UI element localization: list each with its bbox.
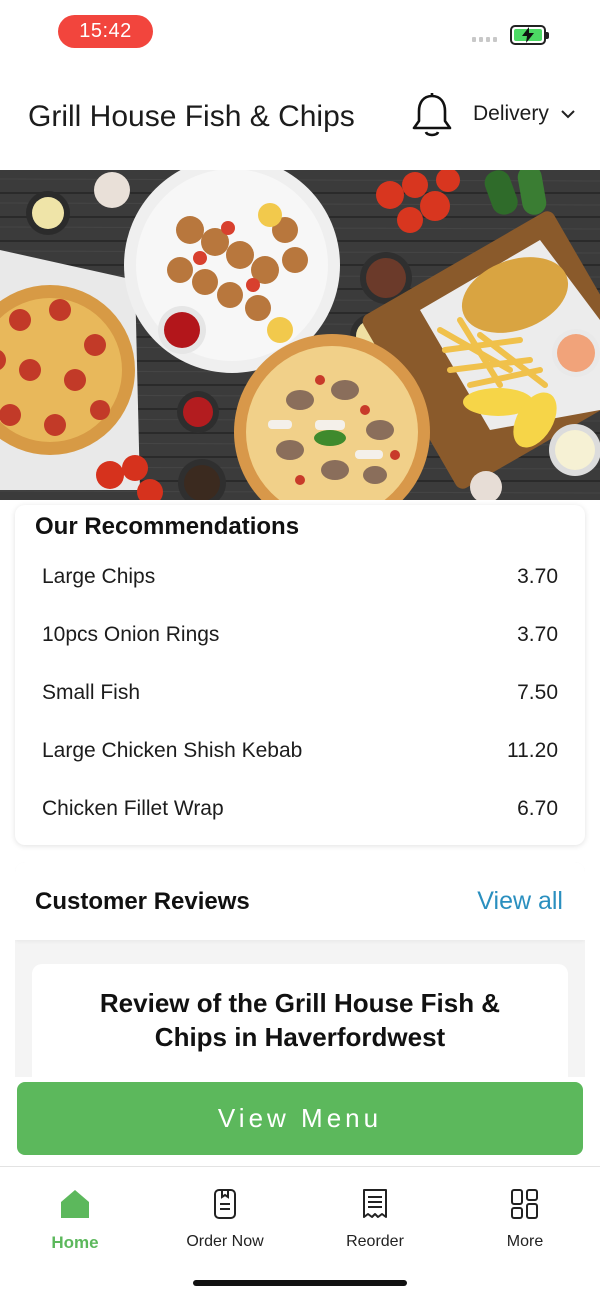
review-card-title: Review of the Grill House Fish & Chips i… — [99, 988, 501, 1052]
signal-icon — [472, 37, 497, 42]
tab-more[interactable]: More — [450, 1187, 600, 1257]
grid-icon — [511, 1189, 538, 1219]
tab-order-now[interactable]: Order Now — [150, 1187, 300, 1257]
item-price: 6.70 — [517, 797, 558, 820]
chevron-down-icon — [561, 109, 575, 118]
item-price: 3.70 — [517, 623, 558, 646]
status-time: 15:42 — [58, 15, 153, 48]
delivery-mode-label: Delivery — [473, 102, 549, 125]
tab-reorder[interactable]: Reorder — [300, 1187, 450, 1257]
recommendation-item[interactable]: Large Chips 3.70 — [42, 557, 558, 597]
item-name: Small Fish — [42, 681, 141, 704]
view-menu-button[interactable]: View Menu — [17, 1082, 583, 1155]
recommendation-item[interactable]: Small Fish 7.50 — [42, 673, 558, 713]
item-name: 10pcs Onion Rings — [42, 623, 220, 646]
tab-home[interactable]: Home — [0, 1187, 150, 1257]
view-all-reviews-link[interactable]: View all — [477, 887, 563, 916]
recommendations-title: Our Recommendations — [35, 513, 300, 540]
home-icon — [61, 1190, 89, 1218]
tab-label: Reorder — [346, 1233, 404, 1250]
item-price: 11.20 — [507, 739, 558, 762]
reviews-title: Customer Reviews — [35, 888, 250, 915]
item-name: Chicken Fillet Wrap — [42, 797, 224, 820]
app-header: Grill House Fish & Chips Delivery — [0, 64, 600, 164]
delivery-mode-select[interactable]: Delivery — [473, 102, 575, 126]
reviews-header: Customer Reviews View all — [15, 862, 585, 940]
page-title: Grill House Fish & Chips — [28, 100, 355, 133]
recommendation-item[interactable]: Large Chicken Shish Kebab 11.20 — [42, 731, 558, 771]
hero-food-image — [0, 170, 600, 500]
item-price: 3.70 — [517, 565, 558, 588]
tab-label: Home — [51, 1233, 99, 1252]
home-indicator — [193, 1280, 407, 1286]
recommendation-item[interactable]: Chicken Fillet Wrap 6.70 — [42, 789, 558, 829]
receipt-icon — [363, 1189, 387, 1218]
item-name: Large Chicken Shish Kebab — [42, 739, 303, 762]
item-price: 7.50 — [517, 681, 558, 704]
battery-icon — [510, 25, 549, 45]
recommendation-item[interactable]: 10pcs Onion Rings 3.70 — [42, 615, 558, 655]
review-card[interactable]: Review of the Grill House Fish & Chips i… — [32, 964, 568, 1077]
item-name: Large Chips — [42, 565, 156, 588]
order-icon — [214, 1189, 236, 1219]
tab-label: Order Now — [186, 1233, 264, 1250]
status-bar: 15:42 — [0, 0, 600, 64]
tab-label: More — [506, 1233, 544, 1250]
recommendations-card: Our Recommendations Large Chips 3.70 10p… — [15, 505, 585, 845]
notification-bell-icon[interactable] — [410, 92, 454, 140]
customer-reviews-section: Customer Reviews View all Review of the … — [15, 862, 585, 1077]
